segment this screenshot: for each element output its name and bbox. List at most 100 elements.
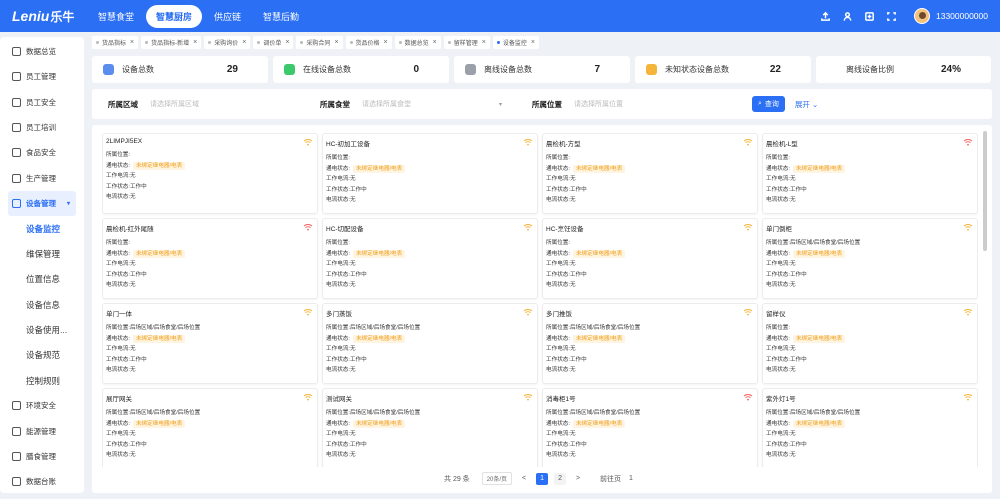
scrollbar[interactable] [983, 131, 987, 251]
tab-item[interactable]: 采购询价 × [204, 36, 251, 49]
tab-item[interactable]: 设备监控 × [492, 36, 539, 49]
device-card[interactable]: 留样仪 所属位置: 通电状态: 未绑定继电器/电表 工作电流:无 工作状态:工作中 电流状态… [762, 303, 978, 384]
device-card[interactable]: 多门蒸饭 所属位置:后场区域/后场食堂/后场位置 通电状态: 未绑定继电器/电表 工作电… [322, 303, 538, 384]
field-value: 后场区域/后场食堂/后场位置 [129, 325, 201, 331]
field-label: 工作状态: [106, 441, 130, 448]
sidebar-subitem[interactable]: 设备信息 [0, 292, 84, 317]
close-icon[interactable]: × [130, 39, 134, 46]
tab-item[interactable]: 货品指标-新增 × [141, 36, 202, 49]
prev-page-button[interactable]: < [518, 473, 530, 485]
user-phone[interactable]: 13300000000 [936, 11, 988, 21]
sidebar-item[interactable]: 环境安全 [0, 393, 84, 418]
canteen-select[interactable]: 请选择所属食堂 ▾ [362, 99, 502, 109]
sidebar-subitem[interactable]: 设备使用... [0, 317, 84, 342]
nav-item[interactable]: 智慧后勤 [253, 5, 309, 28]
device-card[interactable]: 2LIMPJI5EX 所属位置: 通电状态: 未绑定继电器/电表 工作电流:无 工作状态:… [102, 133, 318, 214]
settings-icon[interactable] [862, 8, 878, 24]
close-icon[interactable]: × [384, 39, 388, 46]
device-card[interactable]: HC-切配设备 所属位置: 通电状态: 未绑定继电器/电表 工作电流:无 工作状态:工作中… [322, 218, 538, 299]
field-value: 无 [129, 282, 136, 288]
sidebar-subitem[interactable]: 设备监控 [0, 216, 84, 241]
close-icon[interactable]: × [531, 39, 535, 46]
field-value: 工作中 [129, 441, 147, 448]
page-size-select[interactable]: 20条/页 [481, 472, 513, 485]
device-field-channel: 通电状态: 未绑定继电器/电表 [546, 334, 754, 345]
chevron-down-icon: ▾ [66, 200, 70, 207]
tab-label: 采购合同 [306, 41, 331, 47]
sidebar-item[interactable]: 膳食管理 [0, 444, 84, 469]
close-icon[interactable]: × [285, 39, 289, 46]
sidebar-item[interactable]: 生产管理 [0, 165, 84, 190]
page-button[interactable]: 2 [554, 472, 567, 485]
tab-dot [208, 41, 212, 44]
sidebar-item[interactable]: 能源管理 [0, 418, 84, 443]
device-card[interactable]: 晨检机-红外尾随 所属位置: 通电状态: 未绑定继电器/电表 工作电流:无 工作状态:工作… [102, 218, 318, 299]
device-card[interactable]: 多门推饭 所属位置:后场区域/后场食堂/后场位置 通电状态: 未绑定继电器/电表 工作电… [542, 303, 758, 384]
sidebar-item[interactable]: 员工管理 [0, 64, 84, 89]
tab-item[interactable]: 调价单 × [253, 36, 294, 49]
close-icon[interactable]: × [193, 39, 197, 46]
device-card[interactable]: 晨检机-L型 所属位置: 通电状态: 未绑定继电器/电表 工作电流:无 工作状态:工作中电… [762, 133, 978, 214]
sidebar-item-label: 设备管理 [26, 198, 56, 208]
upload-icon[interactable] [818, 8, 834, 24]
tab-dot [96, 41, 99, 44]
page-button[interactable]: 1 [536, 472, 549, 485]
sidebar-item[interactable]: 食品安全 [0, 140, 84, 165]
device-card[interactable]: 单门倒柜 所属位置:后场区域/后场食堂/后场位置 通电状态: 未绑定继电器/电表 工作电… [762, 218, 978, 299]
field-label: 电流状态: [326, 282, 350, 288]
expand-button[interactable]: 展开 ⌄ [795, 99, 818, 110]
device-field-current: 工作电流:无 [326, 259, 534, 270]
sidebar-item-label: 能源管理 [26, 426, 56, 436]
close-icon[interactable]: × [482, 39, 486, 46]
tab-dot [447, 41, 451, 44]
fullscreen-icon[interactable] [884, 8, 900, 24]
sidebar-item-label: 数据总览 [26, 47, 56, 57]
nav-item[interactable]: 智慧食堂 [88, 5, 144, 28]
device-card[interactable]: HC-烹饪设备 所属位置: 通电状态: 未绑定继电器/电表 工作电流:无 工作状态:工作中… [542, 218, 758, 299]
tab-item[interactable]: 采购合同 × [296, 36, 343, 49]
sidebar-item[interactable]: 设备管理 ▾ [8, 190, 76, 217]
sidebar-item[interactable]: 员工培训 [0, 115, 84, 140]
device-card[interactable]: 测试网关 所属位置:后场区域/后场食堂/后场位置 通电状态: 未绑定继电器/电表 工作电… [322, 388, 538, 467]
field-label: 工作电流: [766, 261, 790, 267]
nav-item[interactable]: 智慧厨房 [146, 4, 203, 28]
goto-input[interactable]: 1 [629, 475, 633, 482]
device-field-work: 工作状态:工作中 [106, 355, 314, 366]
goto-label: 前往页 [600, 475, 622, 483]
device-card[interactable]: 单门一体 所属位置:后场区域/后场食堂/后场位置 通电状态: 未绑定继电器/电表 工作电… [102, 303, 318, 384]
next-page-button[interactable]: > [572, 473, 584, 485]
sidebar-item[interactable]: 数据台账 [0, 469, 84, 494]
status-badge: 未绑定继电器/电表 [792, 419, 846, 428]
position-select[interactable]: 请选择所属位置 [574, 99, 714, 109]
close-icon[interactable]: × [242, 39, 246, 46]
field-label: 工作电流: [326, 346, 350, 352]
status-badge: 未绑定继电器/电表 [132, 334, 186, 343]
device-card[interactable]: 展厅网关 所属位置:后场区域/后场食堂/后场位置 通电状态: 未绑定继电器/电表 工作电… [102, 388, 318, 467]
user-icon[interactable] [840, 8, 856, 24]
tab-item[interactable]: 留样管理 × [443, 36, 490, 49]
field-label: 工作状态: [546, 271, 570, 278]
device-card[interactable]: HC-初加工设备 所属位置: 通电状态: 未绑定继电器/电表 工作电流:无 工作状态:工作… [322, 133, 538, 214]
nav-item[interactable]: 供应链 [204, 5, 251, 28]
tab-item[interactable]: 货品指标 × [92, 36, 139, 49]
query-button[interactable]: ⌕ 查询 [752, 96, 785, 112]
device-card[interactable]: 晨检机-方型 所属位置: 通电状态: 未绑定继电器/电表 工作电流:无 工作状态:工作中电… [542, 133, 758, 214]
device-card[interactable]: 消毒柜1号 所属位置:后场区域/后场食堂/后场位置 通电状态: 未绑定继电器/电表 工作… [542, 388, 758, 467]
device-name: 晨检机-方型 [546, 141, 581, 148]
sidebar-subitem[interactable]: 位置信息 [0, 267, 84, 292]
sidebar-subitem[interactable]: 设备规范 [0, 343, 84, 368]
device-card[interactable]: 紫外灯1号 所属位置:后场区域/后场食堂/后场位置 通电状态: 未绑定继电器/电表 工作… [762, 388, 978, 467]
device-field-position: 所属位置:后场区域/后场食堂/后场位置 [326, 408, 534, 419]
avatar[interactable] [913, 8, 930, 24]
field-label: 工作状态: [546, 441, 570, 448]
close-icon[interactable]: × [334, 39, 338, 46]
tab-item[interactable]: 数据总览 × [394, 36, 441, 49]
area-select[interactable]: 请选择所属区域 [150, 99, 290, 109]
close-icon[interactable]: × [433, 39, 437, 46]
sidebar-subitem[interactable]: 控制规则 [0, 368, 84, 393]
sidebar-item[interactable]: 数据总览 [0, 39, 84, 64]
sidebar-subitem[interactable]: 维保管理 [0, 241, 84, 266]
sidebar-item[interactable]: 员工安全 [0, 90, 84, 115]
field-value: 工作中 [349, 441, 367, 448]
tab-item[interactable]: 货品价格 × [345, 36, 392, 49]
